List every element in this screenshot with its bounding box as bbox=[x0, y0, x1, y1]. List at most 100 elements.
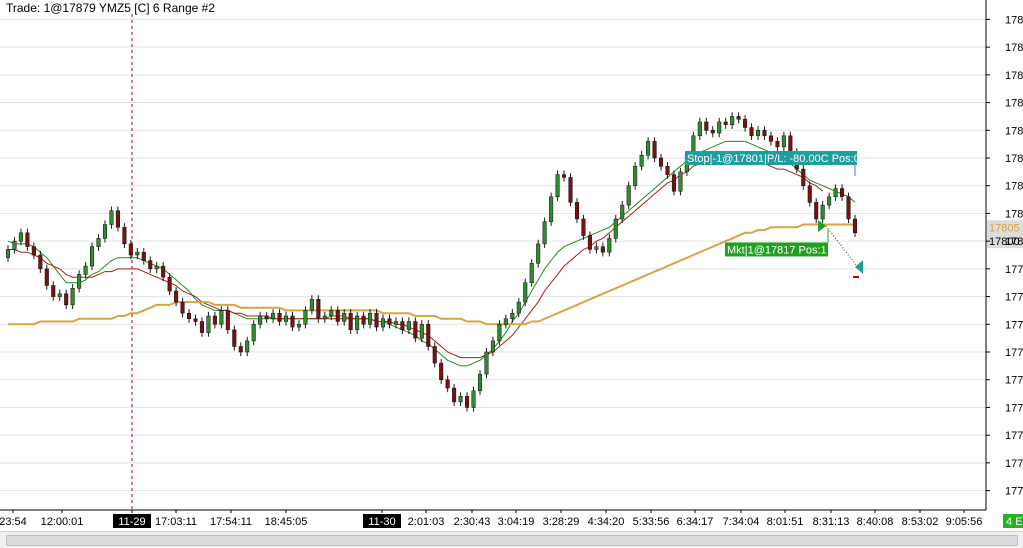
candle-up bbox=[245, 340, 250, 353]
axes: 17710 17720 17730 17740 17750 17760 17770 17780… bbox=[0, 0, 1023, 528]
market-order-label: Mkt|1@17817 Pos:1 bbox=[727, 244, 827, 256]
candle-down bbox=[452, 387, 457, 403]
candle-up bbox=[820, 204, 825, 220]
candle-down bbox=[64, 293, 69, 306]
candle-down bbox=[161, 265, 166, 278]
chart-area[interactable]: Stop|-1@17801|P/L: -80.00C Pos:0 Mkt|1@17… bbox=[0, 0, 1023, 547]
candle-down bbox=[193, 318, 198, 322]
stop-order-label: Stop|-1@17801|P/L: -80.00C Pos:0 bbox=[687, 153, 860, 165]
candle-down bbox=[51, 285, 56, 297]
candle-up bbox=[406, 321, 411, 331]
y-tick-label: 17800 bbox=[1005, 236, 1023, 248]
x-tick-label: 5:33:56 bbox=[633, 516, 670, 528]
y-tick-label: 17740 bbox=[1005, 402, 1023, 414]
status-badge-label: 4 E bbox=[1006, 516, 1023, 528]
session-badge-label: 11-30 bbox=[368, 516, 395, 528]
scrollbar-thumb[interactable] bbox=[6, 535, 1018, 546]
x-tick-label: 8:31:13 bbox=[813, 516, 850, 528]
candle-up bbox=[83, 265, 88, 275]
x-tick-label: 17:54:11 bbox=[210, 516, 252, 528]
candle-down bbox=[568, 177, 573, 203]
candle-down bbox=[290, 315, 295, 328]
candle-down bbox=[38, 254, 43, 270]
candle-down bbox=[788, 135, 793, 153]
price-chart[interactable]: Stop|-1@17801|P/L: -80.00C Pos:0 Mkt|1@17… bbox=[0, 0, 1023, 547]
candle-up bbox=[633, 166, 638, 186]
candle-down bbox=[710, 130, 715, 134]
candle-down bbox=[413, 321, 418, 339]
candle-down bbox=[723, 121, 728, 125]
candle-down bbox=[115, 210, 120, 228]
candle-up bbox=[497, 324, 502, 342]
candle-up bbox=[458, 396, 463, 403]
candle-down bbox=[31, 246, 36, 256]
candle-down bbox=[439, 362, 444, 380]
candle-up bbox=[135, 251, 140, 256]
candle-down bbox=[652, 141, 657, 159]
last-price-label: 17805 bbox=[989, 222, 1020, 234]
candle-up bbox=[329, 310, 334, 317]
x-tick-label: 2:01:03 bbox=[408, 516, 445, 528]
candle-up bbox=[368, 312, 373, 325]
moving-average-line bbox=[8, 223, 855, 326]
candle-up bbox=[96, 238, 101, 247]
y-tick-label: 17730 bbox=[1005, 430, 1023, 442]
candle-down bbox=[167, 276, 172, 292]
y-tick-label: 17830 bbox=[1005, 153, 1023, 165]
y-tick-label: 17710 bbox=[1005, 486, 1023, 498]
candle-down bbox=[348, 312, 353, 331]
candle-up bbox=[342, 312, 347, 322]
candle-up bbox=[529, 263, 534, 283]
candle-up bbox=[755, 130, 761, 137]
candle-up bbox=[484, 351, 489, 375]
candle-up bbox=[549, 196, 554, 222]
candle-down bbox=[174, 290, 179, 303]
candle-down bbox=[187, 312, 192, 319]
candle-up bbox=[380, 318, 386, 328]
order-flags[interactable]: Stop|-1@17801|P/L: -80.00C Pos:0 Mkt|1@17… bbox=[685, 150, 1023, 278]
candle-up bbox=[555, 174, 560, 198]
candle-down bbox=[814, 202, 819, 220]
candle-up bbox=[303, 310, 308, 325]
buy-arrow-icon bbox=[818, 220, 826, 232]
candle-down bbox=[807, 185, 812, 203]
y-tick-label: 17770 bbox=[1005, 319, 1023, 331]
candle-up bbox=[258, 315, 263, 325]
candle-down bbox=[426, 324, 431, 347]
candle-down bbox=[574, 202, 580, 220]
candle-down bbox=[148, 260, 153, 270]
grid bbox=[0, 18, 986, 492]
x-tick-label: 12:00:01 bbox=[41, 516, 84, 528]
y-tick-label: 17860 bbox=[1005, 70, 1023, 82]
candle-up bbox=[57, 293, 62, 297]
x-tick-label: 4:34:20 bbox=[588, 516, 625, 528]
candle-down bbox=[600, 246, 605, 253]
candle-down bbox=[141, 251, 146, 261]
candle-down bbox=[665, 166, 670, 175]
candle-up bbox=[309, 299, 314, 311]
x-tick-label: 2:30:43 bbox=[454, 516, 491, 528]
candle-up bbox=[639, 154, 644, 167]
x-tick-label: 8:01:51 bbox=[767, 516, 804, 528]
x-tick-label: 17:03:11 bbox=[155, 516, 197, 528]
candle-down bbox=[562, 174, 567, 178]
candle-up bbox=[697, 121, 702, 137]
candle-up bbox=[503, 318, 508, 325]
x-tick-label: 7:34:04 bbox=[723, 516, 760, 528]
candle-up bbox=[607, 238, 612, 253]
candle-up bbox=[613, 218, 618, 239]
candle-up bbox=[18, 232, 23, 242]
candle-down bbox=[846, 196, 851, 220]
candle-down bbox=[212, 315, 217, 325]
y-tick-label: 17780 bbox=[1005, 292, 1023, 304]
candle-down bbox=[316, 299, 321, 320]
candle-up bbox=[296, 324, 301, 328]
candle-down bbox=[400, 321, 405, 331]
horizontal-scrollbar[interactable] bbox=[0, 531, 1023, 548]
candle-up bbox=[355, 315, 360, 331]
candle-up bbox=[477, 373, 483, 392]
candle-up bbox=[542, 221, 547, 245]
x-tick-label: 23:54 bbox=[0, 516, 27, 528]
candle-up bbox=[620, 204, 625, 220]
y-tick-label: 17880 bbox=[1005, 14, 1023, 26]
